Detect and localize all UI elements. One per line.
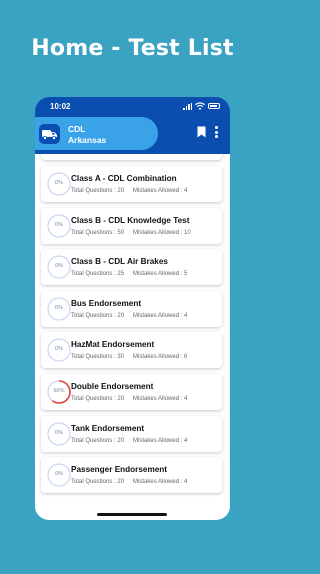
bookmark-icon[interactable] [197, 126, 206, 138]
test-title: Double Endorsement [71, 382, 154, 391]
phone-frame: 10:02 CDL Arkansas 0% Class A - CDL Comb… [35, 97, 230, 520]
app-bar: CDL Arkansas [35, 116, 230, 154]
progress-label: 0% [55, 304, 63, 311]
test-title: HazMat Endorsement [71, 340, 155, 350]
mistakes-allowed: Mistakes Allowed : 4 [133, 396, 188, 402]
test-card[interactable]: 0% Class B - CDL Air Brakes Total Question… [41, 249, 222, 286]
test-title: Class A - CDL Combination [71, 174, 177, 183]
status-icons [183, 102, 220, 110]
total-questions: Total Questions : 25 [71, 271, 125, 278]
status-time: 10:02 [50, 102, 71, 111]
progress-label: 0% [55, 471, 63, 478]
brand-pill[interactable]: CDL Arkansas [35, 117, 158, 150]
progress-label: 0% [55, 346, 63, 353]
list-item-partial[interactable] [41, 154, 222, 160]
mistakes-allowed: Mistakes Allowed : 5 [133, 271, 188, 278]
test-card[interactable]: 0% Passenger Endorsement Total Questions :… [41, 457, 222, 494]
test-meta: Total Questions : 20 Mistakes Allowed : 4 [71, 479, 187, 485]
test-title: Bus Endorsement [71, 298, 142, 308]
status-bar: 10:02 [35, 97, 230, 116]
test-meta: Total Questions : 20 Mistakes Allowed : 4 [71, 438, 187, 444]
test-card[interactable]: 0% Class A - CDL Combination Total Questio… [41, 166, 222, 202]
page-headline: Home - Test List [31, 36, 234, 61]
total-questions: Total Questions : 20 [71, 396, 125, 402]
test-meta: Total Questions : 20 Mistakes Allowed : 4 [71, 396, 187, 402]
wifi-icon [195, 102, 205, 110]
test-card[interactable]: 0% Bus Endorsement Total Questions : 20 Mis… [41, 290, 222, 327]
brand-text: CDL Arkansas [68, 124, 106, 146]
test-title: Class B - CDL Knowledge Test [71, 215, 190, 225]
home-indicator [97, 513, 167, 516]
test-meta: Total Questions : 30 Mistakes Allowed : 6 [71, 354, 187, 360]
test-title: Passenger Endorsement [71, 465, 168, 475]
test-card[interactable]: 0% Tank Endorsement Total Questions : 20 Mi… [41, 415, 222, 452]
mistakes-allowed: Mistakes Allowed : 4 [133, 479, 188, 486]
total-questions: Total Questions : 20 [71, 188, 125, 194]
total-questions: Total Questions : 50 [71, 229, 125, 236]
test-meta: Total Questions : 20 Mistakes Allowed : 4 [71, 188, 187, 194]
signal-icon [183, 102, 192, 110]
test-card[interactable]: 0% HazMat Endorsement Total Questions : 30… [41, 332, 222, 369]
progress-label: 0% [55, 221, 63, 228]
total-questions: Total Questions : 20 [71, 479, 125, 486]
brand-subtitle: Arkansas [68, 135, 107, 145]
battery-icon [208, 103, 220, 109]
test-title: Class B - CDL Air Brakes [71, 257, 168, 267]
test-list: 0% Class A - CDL Combination Total Questio… [35, 154, 230, 511]
mistakes-allowed: Mistakes Allowed : 4 [133, 188, 188, 194]
kebab-menu-icon[interactable] [215, 126, 219, 139]
test-card[interactable]: 60% Double Endorsement Total Questions : 2… [41, 374, 222, 410]
brand-title: CDL [68, 124, 86, 134]
progress-label: 0% [55, 263, 63, 270]
total-questions: Total Questions : 30 [71, 354, 125, 361]
mistakes-allowed: Mistakes Allowed : 10 [133, 229, 191, 236]
truck-icon [39, 124, 60, 144]
total-questions: Total Questions : 20 [71, 437, 125, 444]
mistakes-allowed: Mistakes Allowed : 4 [133, 312, 188, 319]
test-meta: Total Questions : 25 Mistakes Allowed : 5 [71, 271, 187, 277]
progress-label: 0% [55, 180, 63, 186]
mistakes-allowed: Mistakes Allowed : 4 [133, 437, 188, 444]
test-title: Tank Endorsement [71, 423, 145, 433]
test-meta: Total Questions : 50 Mistakes Allowed : 1… [71, 230, 191, 236]
mistakes-allowed: Mistakes Allowed : 6 [133, 354, 188, 361]
test-card[interactable]: 0% Class B - CDL Knowledge Test Total Ques… [41, 207, 222, 244]
test-meta: Total Questions : 20 Mistakes Allowed : 4 [71, 313, 187, 319]
progress-label: 60% [53, 388, 65, 394]
total-questions: Total Questions : 20 [71, 312, 125, 319]
progress-label: 0% [55, 429, 63, 436]
